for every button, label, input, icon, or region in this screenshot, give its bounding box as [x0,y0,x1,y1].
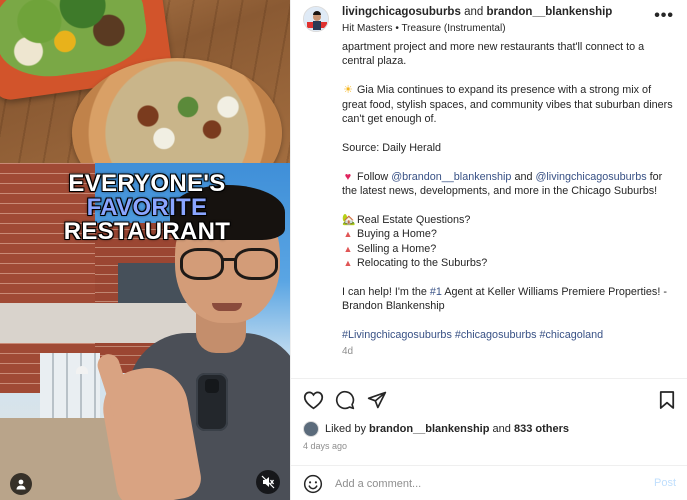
caption-help: I can help! I'm the #1 Agent at Keller W… [342,285,677,314]
restaurant-windows [40,353,100,423]
author-username-2[interactable]: brandon__blankenship [486,6,612,18]
likes-others-link[interactable]: 833 others [514,423,569,435]
heart-outline-icon [303,391,323,410]
hashtag-link[interactable]: #Livingchicagosuburbs [342,329,452,341]
paper-plane-icon [367,391,387,409]
liker-avatar[interactable] [303,421,319,437]
person-mouth [212,303,242,311]
post-comment-button[interactable]: Post [654,477,676,489]
bookmark-icon [659,391,675,409]
author-avatar[interactable] [303,6,329,32]
emoji-picker-button[interactable] [303,474,323,494]
mention-link[interactable]: @brandon__blankenship [391,171,511,183]
likes-summary: Liked by brandon__blankenship and 833 ot… [303,420,569,438]
tagged-users-button[interactable] [10,473,32,495]
video-overlay-text: EVERYONE'S FAVORITE RESTAURANT [0,172,290,244]
mention-link[interactable]: @livingchicagosuburbs [535,171,646,183]
comment-bar: Post [291,465,687,500]
speaker-muted-icon [261,475,275,489]
post-header: livingchicagosuburbs and brandon__blanke… [291,0,687,40]
post-authors: livingchicagosuburbs and brandon__blanke… [342,6,612,18]
post-details-panel: livingchicagosuburbs and brandon__blanke… [290,0,687,500]
caption-source: Source: Daily Herald [342,141,442,154]
comment-input[interactable] [335,475,635,493]
overlay-line-1: EVERYONE'S [68,170,226,197]
action-bar [291,383,687,417]
mute-button[interactable] [256,470,280,494]
divider [291,378,687,379]
hashtag-link[interactable]: #chicagosuburbs [455,329,537,341]
save-button[interactable] [655,388,679,412]
caption-text: I can help! I'm the [342,285,427,298]
caption-text: Buying a Home? [357,228,437,241]
smiley-face-icon [303,474,323,494]
comment-bubble-icon [335,390,355,410]
likes-prefix: Liked by [325,423,366,435]
author-username-1[interactable]: livingchicagosuburbs [342,6,461,18]
hashtag-link[interactable]: #chicagoland [539,329,603,341]
caption-paragraph: ☀ Gia Mia continues to expand its presen… [342,83,677,126]
pizza-toppings [100,80,260,163]
sun-icon: ☀ [343,84,353,97]
liker-username[interactable]: brandon__blankenship [369,423,489,435]
overlay-line-2: FAVORITE [86,194,208,221]
caption-age: 4d [342,346,354,358]
like-button[interactable] [301,388,325,412]
user-icon [16,479,26,490]
caption-text: and [514,170,533,183]
caption-list-item: ▲ Buying a Home? [342,227,677,241]
more-options-icon[interactable]: ••• [654,7,674,25]
caption-hashtags: #Livingchicagosuburbs #chicagosuburbs #c… [342,328,677,342]
caption-text: Real Estate Questions? [357,213,471,226]
hashtag-link[interactable]: #1 [430,286,442,298]
likes-and: and [492,423,511,435]
audio-track-link[interactable]: Hit Masters • Treasure (Instrumental) [342,23,506,34]
caption-text: Gia Mia continues to expand its presence… [342,84,673,126]
caption-list-item: ▲ Selling a Home? [342,242,677,256]
caption-paragraph: apartment project and more new restauran… [342,41,645,68]
pendant-lamp [76,366,88,374]
overlay-line-3: RESTAURANT [63,218,231,245]
caption-question-title: 🏡 Real Estate Questions? [342,213,677,227]
avatar-image [304,7,328,31]
red-triangle-icon: ▲ [343,243,353,254]
eyeglasses [180,248,280,284]
heart-icon: ♥ [344,170,352,183]
share-button[interactable] [365,388,389,412]
food-photo [0,0,290,163]
house-icon: 🏡 [342,213,356,226]
caption-list-item: ▲ Relocating to the Suburbs? [342,256,677,270]
handheld-remote [196,373,228,431]
caption-text: Selling a Home? [357,242,437,255]
post-date[interactable]: 4 days ago [303,441,347,451]
authors-and: and [464,6,484,18]
comment-button[interactable] [333,388,357,412]
post-media[interactable]: EVERYONE'S FAVORITE RESTAURANT [0,0,290,500]
caption-text: Relocating to the Suburbs? [357,257,488,270]
caption-follow: ♥ Follow @brandon__blankenship and @livi… [342,170,677,199]
caption-text: Follow [357,170,389,183]
red-triangle-icon: ▲ [343,258,353,269]
red-triangle-icon: ▲ [343,229,353,240]
post-caption: apartment project and more new restauran… [342,40,677,360]
